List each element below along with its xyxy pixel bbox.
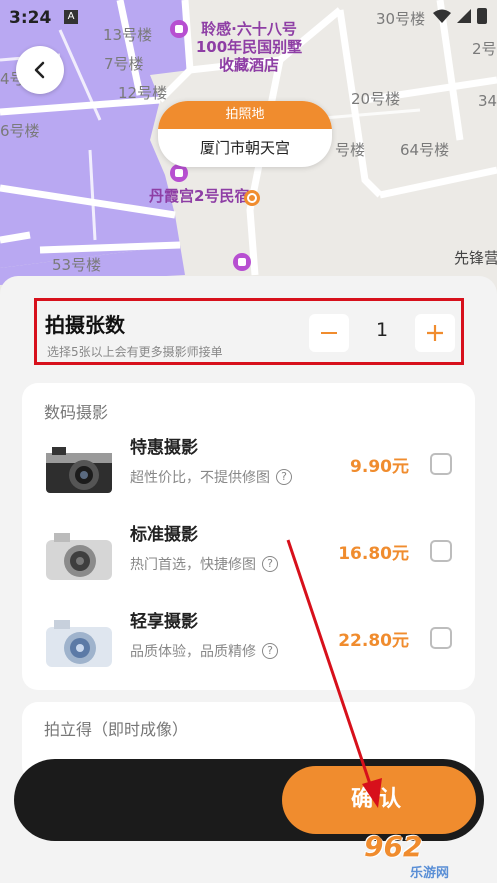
bottom-action-bar: 确认 (14, 759, 484, 841)
battery-icon (477, 8, 487, 24)
camera-icon (46, 447, 112, 493)
confirm-button[interactable]: 确认 (282, 766, 476, 834)
map-label: 53号楼 (52, 256, 102, 274)
package-name: 轻享摄影 (130, 612, 198, 632)
map-label: 7号楼 (104, 55, 144, 73)
shot-count-section: 拍摄张数 选择5张以上会有更多摄影师接单 1 (34, 298, 464, 365)
instant-section-title: 拍立得（即时成像） (44, 720, 189, 739)
map-label: 64号楼 (400, 141, 450, 159)
location-bubble[interactable]: 拍照地 厦门市朝天宫 (158, 101, 332, 167)
digital-photo-card: 数码摄影 特惠摄影 超性价比，不提供修图 ? 9.90元 标准摄影 热门首选，快… (22, 383, 475, 690)
map-label: 20号楼 (351, 90, 401, 108)
decrement-button[interactable] (309, 314, 349, 352)
shot-count-hint: 选择5张以上会有更多摄影师接单 (47, 345, 223, 359)
package-desc-text: 品质体验，品质精修 (130, 644, 256, 660)
wifi-icon (433, 9, 451, 23)
watermark-subtitle: 乐游网 (410, 866, 450, 881)
watermark-logo: 962 (364, 830, 423, 863)
help-icon[interactable]: ? (262, 643, 278, 659)
signal-icon (457, 9, 471, 23)
map-label: 6号楼 (0, 122, 40, 140)
package-desc-text: 超性价比，不提供修图 (130, 470, 270, 486)
map-label: 34 (478, 92, 497, 110)
package-name: 特惠摄影 (130, 438, 198, 458)
help-icon[interactable]: ? (262, 556, 278, 572)
site-watermark: 962 乐游网 (360, 830, 494, 881)
map-label: 先锋营 (454, 249, 497, 267)
package-price: 9.90元 (350, 457, 409, 477)
shot-count-title: 拍摄张数 (45, 313, 125, 337)
plus-icon (427, 325, 443, 341)
location-pin-icon (244, 190, 260, 206)
package-price: 22.80元 (338, 631, 409, 651)
map-label: 号楼 (335, 141, 366, 159)
poi-homestay-label[interactable]: 丹霞宫2号民宿 (149, 187, 249, 205)
shop-pin-icon[interactable] (233, 253, 251, 271)
status-bar: 3:24 A (0, 0, 497, 34)
package-item[interactable]: 轻享摄影 品质体验，品质精修 ? 22.80元 (22, 601, 475, 681)
package-item[interactable]: 标准摄影 热门首选，快捷修图 ? 16.80元 (22, 514, 475, 594)
package-name: 标准摄影 (130, 525, 198, 545)
location-tag: 拍照地 (158, 101, 332, 129)
notification-icon: A (64, 10, 78, 24)
status-time: 3:24 (9, 8, 52, 28)
package-item[interactable]: 特惠摄影 超性价比，不提供修图 ? 9.90元 (22, 427, 475, 507)
minus-icon (321, 332, 337, 334)
package-checkbox[interactable] (430, 540, 452, 562)
package-desc-text: 热门首选，快捷修图 (130, 557, 256, 573)
package-checkbox[interactable] (430, 453, 452, 475)
help-icon[interactable]: ? (276, 469, 292, 485)
camera-icon (46, 620, 112, 667)
increment-button[interactable] (415, 314, 455, 352)
location-name: 厦门市朝天宫 (199, 139, 290, 157)
digital-section-title: 数码摄影 (44, 403, 109, 422)
map-label: 2号楼 (472, 40, 497, 58)
package-price: 16.80元 (338, 544, 409, 564)
package-desc: 超性价比，不提供修图 ? (130, 467, 292, 487)
package-checkbox[interactable] (430, 627, 452, 649)
package-desc: 品质体验，品质精修 ? (130, 641, 278, 661)
package-desc: 热门首选，快捷修图 ? (130, 554, 278, 574)
map-label: 12号楼 (118, 84, 168, 102)
chevron-left-icon (34, 61, 45, 79)
camera-icon (46, 533, 112, 580)
back-button[interactable] (16, 46, 64, 94)
shot-count-value: 1 (375, 319, 389, 341)
